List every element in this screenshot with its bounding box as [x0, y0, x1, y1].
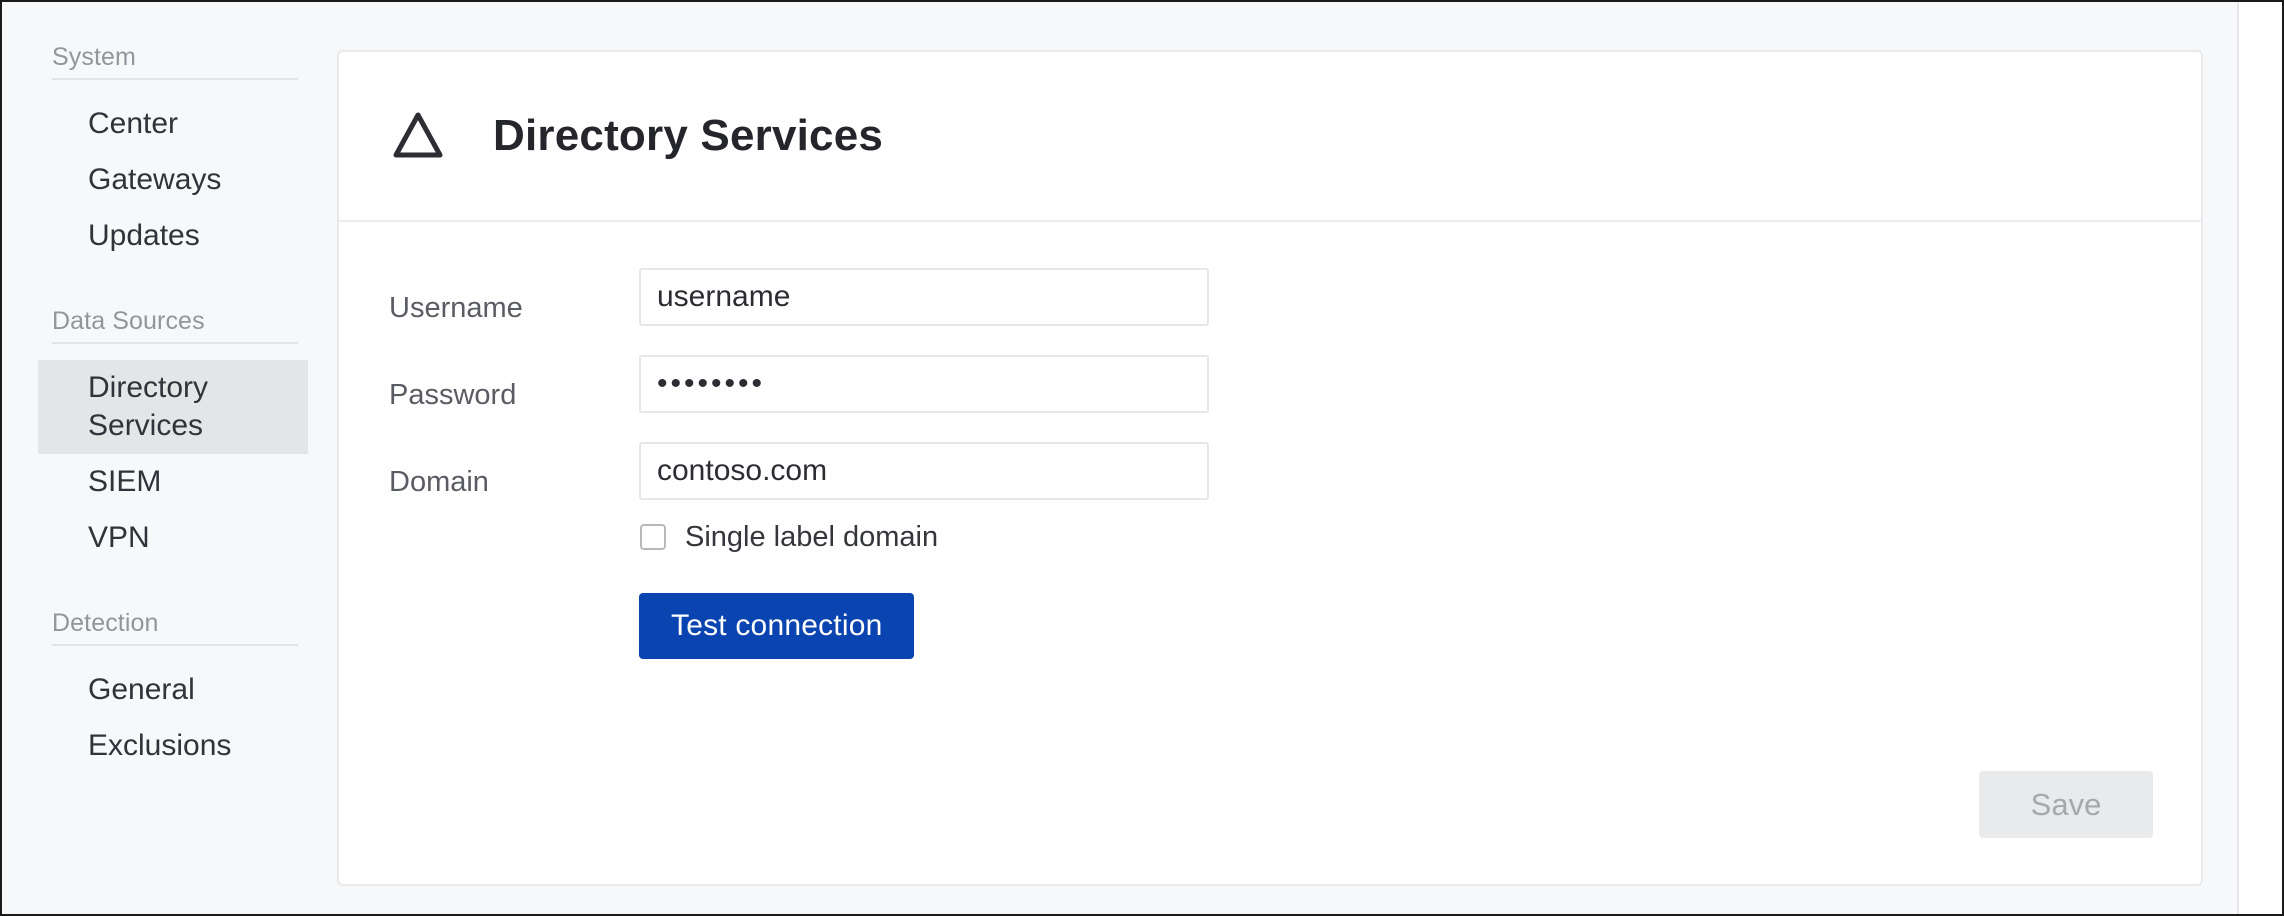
sidebar-items-detection: General Exclusions [2, 662, 336, 774]
test-connection-button[interactable]: Test connection [639, 593, 915, 659]
directory-services-form: Username Password •••••••• [339, 222, 2201, 884]
sidebar-item-vpn[interactable]: VPN [38, 510, 308, 566]
sidebar-group-system: System Center Gateways Updates [2, 42, 336, 264]
sidebar-item-center[interactable]: Center [38, 96, 308, 152]
sidebar-item-siem[interactable]: SIEM [38, 454, 308, 510]
password-input[interactable]: •••••••• [639, 355, 1209, 413]
username-control [639, 268, 2201, 326]
form-row-domain: Domain Single label domain Test connecti… [339, 442, 2201, 659]
sidebar-group-title-data-sources: Data Sources [52, 307, 205, 335]
domain-label: Domain [389, 466, 489, 498]
sidebar-navigation: System Center Gateways Updates Data Sour… [2, 2, 336, 914]
content-panel: Directory Services Username Password •••… [337, 50, 2203, 886]
app-window: System Center Gateways Updates Data Sour… [0, 0, 2284, 916]
sidebar-item-general[interactable]: General [38, 662, 308, 718]
sidebar-group-divider [52, 644, 298, 646]
single-label-domain-checkbox[interactable] [640, 524, 666, 550]
domain-input[interactable] [639, 442, 1209, 500]
single-label-domain-row[interactable]: Single label domain [640, 520, 2201, 554]
page-title: Directory Services [493, 111, 884, 160]
domain-control: Single label domain Test connection [639, 442, 2201, 659]
username-input[interactable] [639, 268, 1209, 326]
sidebar-group-data-sources: Data Sources Directory Services SIEM VPN [2, 306, 336, 566]
sidebar-item-updates[interactable]: Updates [38, 208, 308, 264]
username-label: Username [389, 292, 523, 324]
sidebar-group-divider [52, 78, 298, 80]
password-masked-value: •••••••• [657, 367, 766, 400]
sidebar-group-title-detection: Detection [52, 609, 159, 637]
form-row-username: Username [339, 268, 2201, 326]
sidebar-item-gateways[interactable]: Gateways [38, 152, 308, 208]
sidebar-group-divider [52, 342, 298, 344]
password-control: •••••••• [639, 355, 2201, 413]
single-label-domain-label: Single label domain [685, 521, 939, 553]
form-row-password: Password •••••••• [339, 355, 2201, 413]
right-margin-strip [2241, 2, 2282, 914]
sidebar-item-directory-services[interactable]: Directory Services [38, 360, 308, 454]
sidebar-item-exclusions[interactable]: Exclusions [38, 718, 308, 774]
save-button[interactable]: Save [1979, 771, 2153, 838]
app-region: System Center Gateways Updates Data Sour… [2, 2, 2239, 914]
sidebar-group-detection: Detection General Exclusions [2, 608, 336, 774]
panel-header: Directory Services [339, 52, 2201, 222]
sidebar-items-system: Center Gateways Updates [2, 96, 336, 264]
sidebar-items-data-sources: Directory Services SIEM VPN [2, 360, 336, 566]
sidebar-group-title-system: System [52, 43, 136, 71]
triangle-outline-icon [387, 105, 449, 167]
password-label: Password [389, 379, 517, 411]
